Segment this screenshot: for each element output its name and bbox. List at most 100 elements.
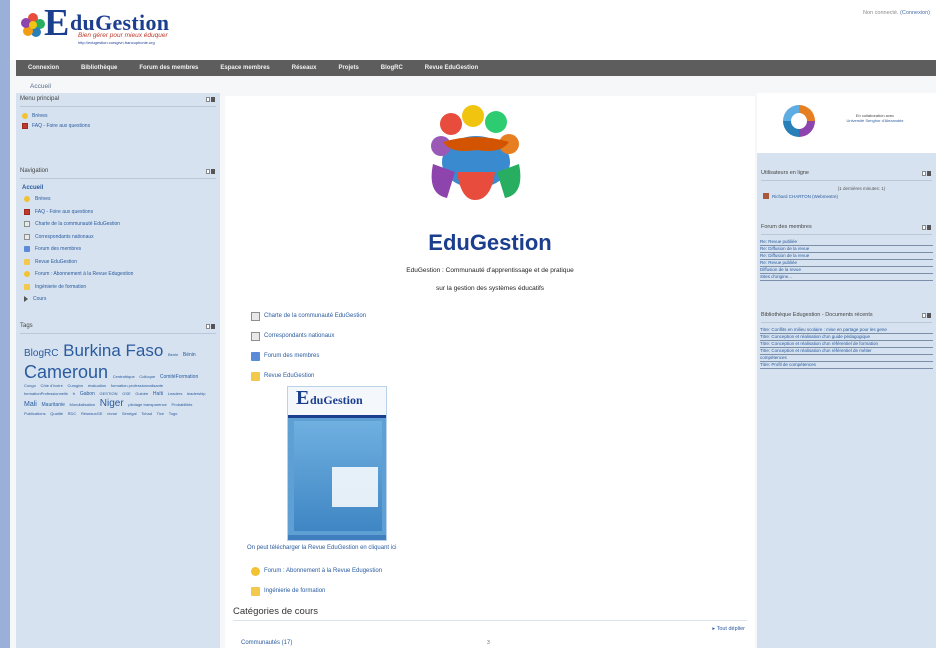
forum-post-link[interactable]: Re: Diffusion de la revue xyxy=(760,253,933,260)
nav-item-ingenierie[interactable]: Ingénierie de formation xyxy=(24,281,212,294)
tag-link[interactable]: Qualité xyxy=(50,411,63,416)
nav-espace-membres[interactable]: Espace membres xyxy=(220,65,269,71)
collaboration-banner[interactable]: En collaboration avec Université Senghor… xyxy=(757,93,936,153)
tags-header: Tags xyxy=(16,320,220,333)
tag-link[interactable]: Benin xyxy=(168,352,178,357)
tag-link[interactable]: Leaders xyxy=(168,391,182,396)
tag-cloud: BlogRC Burkina Faso Benin Bénin Cameroun… xyxy=(16,334,220,425)
tag-link[interactable]: Guinée xyxy=(135,391,148,396)
tag-link[interactable]: Mauritanie xyxy=(42,402,65,408)
category-link[interactable]: Communautés (17) xyxy=(241,640,292,646)
tag-link[interactable]: Bénin xyxy=(183,352,196,358)
expand-all-link[interactable]: ▸ Tout déplier xyxy=(712,626,745,632)
nav-connexion[interactable]: Connexion xyxy=(28,65,59,71)
tag-link[interactable]: leadership xyxy=(187,391,205,396)
tag-link[interactable]: Publications xyxy=(24,411,46,416)
tag-link[interactable]: évaluation xyxy=(88,383,106,388)
nav-item-breves[interactable]: Brèves xyxy=(24,193,212,206)
nav-revue[interactable]: Revue EduGestion xyxy=(425,65,478,71)
nav-item-revue[interactable]: Revue EduGestion xyxy=(24,256,212,269)
breadcrumb[interactable]: Accueil xyxy=(30,83,51,90)
link-forum[interactable]: Forum des membres xyxy=(251,346,366,366)
tag-link[interactable]: formationProfessionnelle xyxy=(24,391,68,396)
forum-post-link[interactable]: Re: Revue publiée xyxy=(760,239,933,246)
tag-link[interactable]: ComitéFormation xyxy=(160,374,198,380)
forum-title: Forum des membres xyxy=(761,224,812,230)
link-revue[interactable]: Revue EduGestion xyxy=(251,366,366,386)
logo-letter: E xyxy=(44,2,70,44)
link-ingenierie[interactable]: Ingénierie de formation xyxy=(251,581,382,601)
nav-forum[interactable]: Forum des membres xyxy=(139,65,198,71)
tag-link[interactable]: Cameroun xyxy=(24,362,108,382)
block-controls-icon[interactable] xyxy=(205,169,216,174)
nav-item-correspondants[interactable]: Correspondants nationaux xyxy=(24,231,212,244)
block-controls-icon[interactable] xyxy=(921,313,932,318)
forum-post-link[interactable]: Sites d'origine... xyxy=(760,274,933,281)
menu-item-breves[interactable]: Brèves xyxy=(22,111,214,121)
tag-link[interactable]: Mali xyxy=(24,401,37,408)
online-user[interactable]: Richard CHARTON (Webmestre) xyxy=(757,192,936,200)
link-abonnement[interactable]: Forum : Abonnement à la Revue Edugestion xyxy=(251,561,382,581)
tag-link[interactable]: Congo xyxy=(24,383,36,388)
site-logo[interactable]: E duGestion Bien gérer pour mieux éduque… xyxy=(20,4,210,48)
tag-link[interactable]: Gabon xyxy=(80,391,95,397)
tag-link[interactable]: Haïti xyxy=(153,391,163,397)
logo-url: http://edugestion.cursgivn.francophonie.… xyxy=(78,40,155,45)
tag-link[interactable]: GESTION xyxy=(100,391,118,396)
nav-item-abonnement[interactable]: Forum : Abonnement à la Revue Edugestion xyxy=(24,268,212,281)
tag-link[interactable]: Centrafrique xyxy=(113,374,135,379)
tag-link[interactable]: Probabilités xyxy=(172,402,193,407)
nav-root-accueil[interactable]: Accueil xyxy=(16,179,220,193)
tag-link[interactable]: GSE xyxy=(122,391,130,396)
forum-post-link[interactable]: Re: Revue publiée xyxy=(760,260,933,267)
main-menu-title: Menu principal xyxy=(20,96,60,102)
tag-link[interactable]: RéseauxGE xyxy=(81,411,103,416)
nav-item-faq[interactable]: FAQ - Foire aux questions xyxy=(24,206,212,219)
forum-post-link[interactable]: Diffusion de la revue xyxy=(760,267,933,274)
collab-line2: Université Senghor d'Alexandrie xyxy=(846,118,904,124)
nav-item-charte[interactable]: Charte de la communauté EduGestion xyxy=(24,218,212,231)
tag-link[interactable]: revue xyxy=(107,411,117,416)
block-controls-icon[interactable] xyxy=(921,171,932,176)
tag-link[interactable]: Tchad xyxy=(141,411,152,416)
tag-link[interactable]: Colloque xyxy=(139,374,155,379)
tag-link[interactable]: Sénégal xyxy=(122,411,137,416)
library-doc-link[interactable]: Titre: Conception et réalisation d'un gu… xyxy=(760,334,933,341)
tag-link[interactable]: Niger xyxy=(100,398,124,409)
block-controls-icon[interactable] xyxy=(205,323,216,329)
tag-link[interactable]: BlogRC xyxy=(24,348,58,359)
tag-link[interactable]: formation professionnalisante xyxy=(111,383,163,388)
nav-item-forum[interactable]: Forum des membres xyxy=(24,243,212,256)
login-info: Non connecté. (Connexion) xyxy=(863,10,930,16)
nav-bibliotheque[interactable]: Bibliothèque xyxy=(81,65,117,71)
tag-link[interactable]: fr xyxy=(73,391,75,396)
tag-link[interactable]: pilotage transparence xyxy=(128,402,166,407)
nav-blogrc[interactable]: BlogRC xyxy=(381,65,403,71)
senghor-logo-icon xyxy=(783,105,815,137)
tag-link[interactable]: RDC xyxy=(68,411,77,416)
login-link[interactable]: (Connexion) xyxy=(900,10,930,16)
link-correspondants[interactable]: Correspondants nationaux xyxy=(251,326,366,346)
block-controls-icon[interactable] xyxy=(921,225,932,230)
link-charte[interactable]: Charte de la communauté EduGestion xyxy=(251,306,366,326)
tag-link[interactable]: Mondialisation xyxy=(70,402,96,407)
block-controls-icon[interactable] xyxy=(205,97,216,102)
library-doc-link[interactable]: Titre: Conception et réalisation d'un ré… xyxy=(760,348,933,355)
forum-post-link[interactable]: Re: Diffusion de la revue xyxy=(760,246,933,253)
library-doc-link[interactable]: Titre: Profil de compétences xyxy=(760,362,933,369)
nav-projets[interactable]: Projets xyxy=(338,65,358,71)
tag-link[interactable]: Cursgivn xyxy=(67,383,83,388)
tag-link[interactable]: Burkina Faso xyxy=(63,341,163,360)
nav-reseaux[interactable]: Réseaux xyxy=(292,65,317,71)
nav-item-label: FAQ - Foire aux questions xyxy=(35,208,94,215)
nav-item-cours[interactable]: Cours xyxy=(24,293,212,306)
tag-link[interactable]: Tice xyxy=(157,411,164,416)
tag-link[interactable]: Togo xyxy=(169,411,178,416)
library-doc-link[interactable]: Titre: Conflits en milieu scolaire : mis… xyxy=(760,327,933,334)
revue-cover-image[interactable]: E duGestion xyxy=(287,386,387,541)
menu-item-faq[interactable]: FAQ - Foire aux questions xyxy=(22,121,214,131)
library-doc-link[interactable]: compétences xyxy=(760,355,933,362)
library-doc-link[interactable]: Titre: Conception et réalisation d'un ré… xyxy=(760,341,933,348)
download-link[interactable]: On peut télécharger la Revue EduGestion … xyxy=(247,545,396,551)
tag-link[interactable]: Côte d'Ivoire xyxy=(40,383,62,388)
